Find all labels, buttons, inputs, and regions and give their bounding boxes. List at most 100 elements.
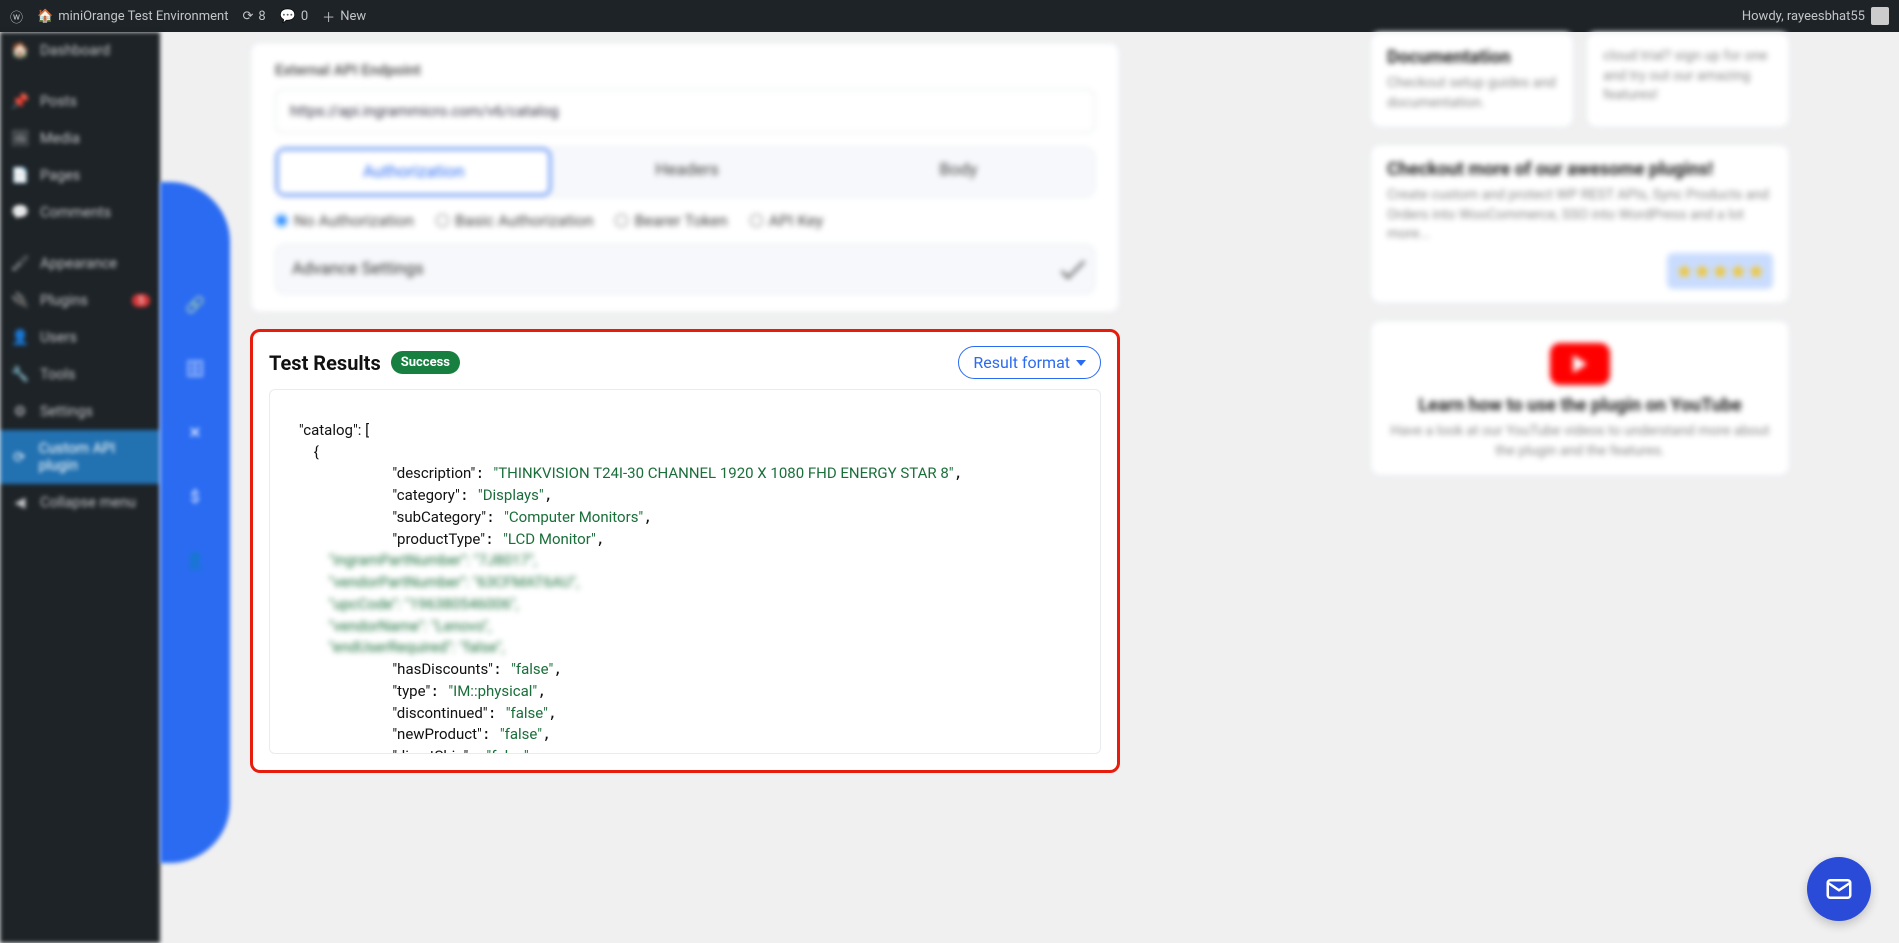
custom-api-icon: ⟳ bbox=[10, 449, 29, 466]
result-code-pane[interactable]: "catalog": [ { "description": "THINKVISI… bbox=[269, 389, 1101, 754]
new-link[interactable]: ＋ New bbox=[322, 7, 366, 26]
rail-dollar-icon[interactable]: $ bbox=[173, 474, 217, 518]
sidebar-item-label: Settings bbox=[40, 403, 93, 420]
rail-user-icon[interactable]: 👤 bbox=[173, 538, 217, 582]
code-value: "false" bbox=[486, 747, 528, 754]
advance-settings-toggle[interactable]: Advance Settings bbox=[275, 244, 1095, 294]
sidebar-item-label: Users bbox=[40, 329, 77, 346]
comments-count: 0 bbox=[301, 9, 308, 24]
rail-connect-icon[interactable]: 🔗 bbox=[173, 282, 217, 326]
sidebar-item-label: Pages bbox=[40, 167, 80, 184]
test-results-title: Test Results bbox=[269, 351, 381, 375]
site-title[interactable]: 🏠 miniOrange Test Environment bbox=[37, 9, 228, 24]
howdy-link[interactable]: Howdy, rayeesbhat55 bbox=[1742, 7, 1889, 25]
tools-icon: 🔧 bbox=[10, 366, 30, 383]
code-line: { bbox=[284, 443, 319, 461]
advance-settings-label: Advance Settings bbox=[292, 259, 424, 279]
code-key: "directShip" bbox=[392, 747, 468, 754]
dashboard-icon: 🏠 bbox=[10, 42, 30, 59]
plugins-promo-title: Checkout more of our awesome plugins! bbox=[1387, 159, 1773, 180]
code-value: "THINKVISION T24I-30 CHANNEL 1920 X 1080… bbox=[493, 464, 953, 482]
radio-basic-auth-input[interactable] bbox=[436, 214, 449, 227]
rail-shuffle-icon[interactable]: ✕ bbox=[173, 410, 217, 454]
sidebar-item-custom-api[interactable]: ⟳Custom API plugin bbox=[0, 430, 160, 484]
radio-basic-auth[interactable]: Basic Authorization bbox=[436, 211, 594, 230]
rating-stars-icon: ★★★★★ bbox=[1667, 253, 1773, 289]
sidebar-item-plugins[interactable]: 🔌Plugins5 bbox=[0, 282, 160, 319]
documentation-card[interactable]: Documentation Checkout setup guides and … bbox=[1370, 32, 1574, 128]
auth-radio-group: No Authorization Basic Authorization Bea… bbox=[275, 211, 1095, 230]
code-value: "IM::physical" bbox=[448, 682, 537, 700]
right-column: Documentation Checkout setup guides and … bbox=[1370, 32, 1790, 492]
radio-label: API Key bbox=[769, 211, 824, 230]
plugins-promo-card[interactable]: Checkout more of our awesome plugins! Cr… bbox=[1370, 144, 1790, 304]
radio-apikey-input[interactable] bbox=[750, 214, 763, 227]
sidebar-item-appearance[interactable]: 🖌 Appearance bbox=[0, 245, 160, 282]
settings-icon: ⚙ bbox=[10, 403, 30, 420]
trial-card[interactable]: cloud trial? sign up for one and try out… bbox=[1586, 32, 1790, 128]
youtube-card[interactable]: Learn how to use the plugin on YouTube H… bbox=[1370, 320, 1790, 476]
sidebar-item-label: Plugins bbox=[40, 292, 88, 309]
sidebar-item-collapse[interactable]: ◀ Collapse menu bbox=[0, 484, 160, 521]
wp-admin-bar: ⓦ 🏠 miniOrange Test Environment ⟳ 8 💬 0 … bbox=[0, 0, 1899, 32]
sidebar-item-label: Collapse menu bbox=[40, 494, 136, 511]
plugins-promo-text: Create custom and protect WP REST APIs, … bbox=[1387, 186, 1773, 245]
code-value: "Computer Monitors" bbox=[504, 508, 643, 526]
sidebar-item-settings[interactable]: ⚙ Settings bbox=[0, 393, 160, 430]
radio-no-auth[interactable]: No Authorization bbox=[275, 211, 414, 230]
youtube-text: Have a look at our YouTube videos to und… bbox=[1387, 422, 1773, 461]
code-line-blurred: "vendorPartNumber": "63CFMAT6AU", bbox=[284, 573, 579, 591]
wp-logo[interactable]: ⓦ bbox=[10, 7, 23, 26]
sidebar-item-media[interactable]: 🖼 Media bbox=[0, 120, 160, 157]
updates-link[interactable]: ⟳ 8 bbox=[242, 9, 265, 24]
sidebar-item-label: Appearance bbox=[40, 255, 117, 272]
posts-icon: 📌 bbox=[10, 93, 30, 110]
sidebar-item-pages[interactable]: 📄Pages bbox=[0, 157, 160, 194]
radio-api-key[interactable]: API Key bbox=[750, 211, 824, 230]
code-key: "subCategory" bbox=[392, 508, 486, 526]
contact-mail-fab[interactable] bbox=[1807, 857, 1871, 921]
radio-no-auth-input[interactable] bbox=[275, 214, 288, 227]
sidebar-item-label: Media bbox=[40, 130, 80, 147]
radio-label: No Authorization bbox=[294, 211, 414, 230]
endpoint-input[interactable] bbox=[275, 89, 1095, 133]
sidebar-item-posts[interactable]: 📌Posts bbox=[0, 83, 160, 120]
sidebar-item-dashboard[interactable]: 🏠Dashboard bbox=[0, 32, 160, 69]
radio-label: Bearer Token bbox=[634, 211, 727, 230]
rail-database-icon[interactable]: 🗄 bbox=[173, 346, 217, 390]
code-value: "Displays" bbox=[478, 486, 544, 504]
comments-icon: 💬 bbox=[10, 204, 30, 221]
mail-icon bbox=[1824, 874, 1854, 904]
code-line-blurred: "endUserRequired": "false", bbox=[284, 638, 505, 656]
sidebar-item-comments[interactable]: 💬Comments bbox=[0, 194, 160, 231]
admin-sidebar: 🏠Dashboard 📌Posts 🖼 Media 📄Pages 💬Comment… bbox=[0, 32, 160, 943]
sidebar-item-users[interactable]: 👤Users bbox=[0, 319, 160, 356]
tab-authorization[interactable]: Authorization bbox=[276, 148, 551, 196]
youtube-title: Learn how to use the plugin on YouTube bbox=[1387, 395, 1773, 416]
endpoint-label: External API Endpoint bbox=[275, 61, 1095, 79]
appearance-icon: 🖌 bbox=[10, 255, 30, 272]
new-label: New bbox=[340, 9, 366, 24]
updates-count: 8 bbox=[258, 9, 265, 24]
radio-bearer-input[interactable] bbox=[615, 214, 628, 227]
plugins-icon: 🔌 bbox=[10, 292, 30, 309]
tab-headers[interactable]: Headers bbox=[551, 148, 822, 196]
status-badge: Success bbox=[391, 351, 460, 374]
code-value: "LCD Monitor" bbox=[503, 530, 596, 548]
trial-text: cloud trial? sign up for one and try out… bbox=[1603, 47, 1773, 106]
sidebar-item-tools[interactable]: 🔧Tools bbox=[0, 356, 160, 393]
external-api-card: External API Endpoint Authorization Head… bbox=[250, 42, 1120, 313]
code-key: "newProduct" bbox=[392, 725, 481, 743]
result-format-button[interactable]: Result format bbox=[958, 346, 1101, 379]
code-key: "category" bbox=[392, 486, 459, 504]
test-results-card: Test Results Success Result format "cata… bbox=[250, 329, 1120, 773]
radio-bearer-token[interactable]: Bearer Token bbox=[615, 211, 727, 230]
media-icon: 🖼 bbox=[10, 130, 30, 147]
code-value: "false" bbox=[506, 704, 548, 722]
chevron-down-icon bbox=[1061, 255, 1085, 279]
collapse-icon: ◀ bbox=[10, 494, 30, 511]
code-value: "false" bbox=[500, 725, 542, 743]
comments-link[interactable]: 💬 0 bbox=[280, 9, 309, 24]
tab-body[interactable]: Body bbox=[823, 148, 1094, 196]
plugin-nav-rail: 🔗 🗄 ✕ $ 👤 bbox=[160, 32, 230, 943]
